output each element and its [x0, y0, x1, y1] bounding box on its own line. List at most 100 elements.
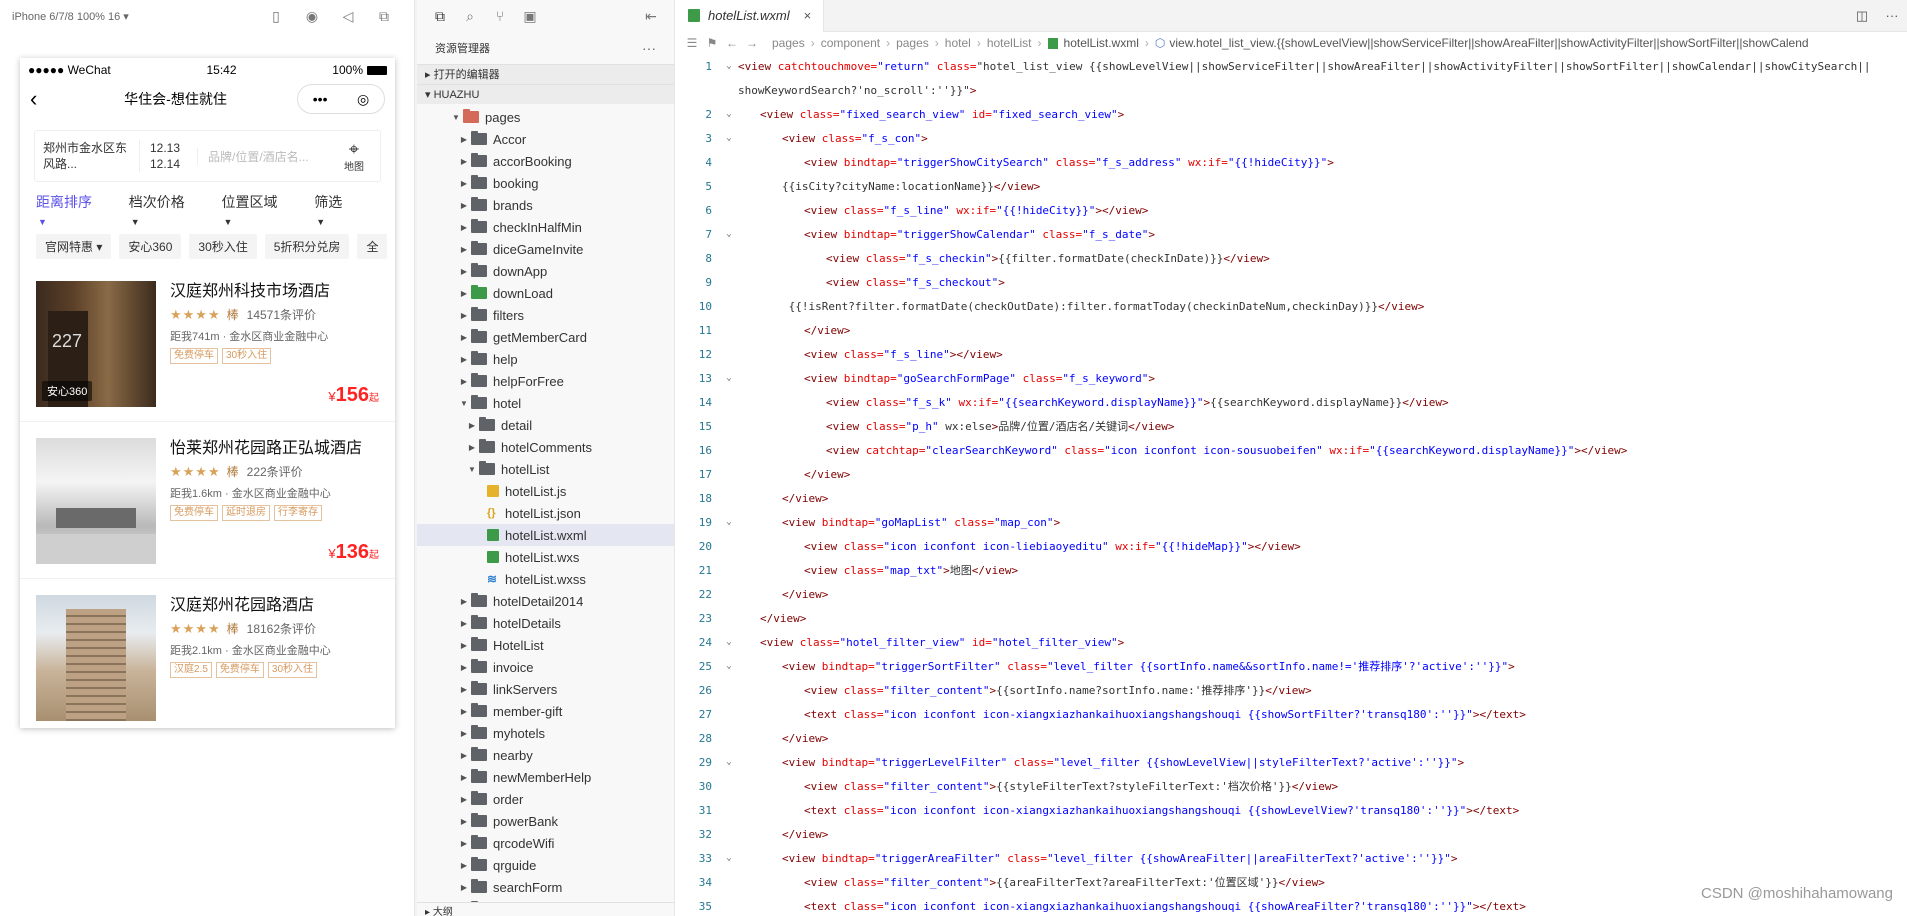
code-line[interactable]: 5 {{isCity?cityName:locationName}}</view> — [676, 174, 1907, 198]
tree-file[interactable]: hotelList.wxs — [417, 546, 674, 568]
tree-folder[interactable]: ▶ checkInHalfMin — [417, 216, 674, 238]
tree-folder[interactable]: ▶ invoice — [417, 656, 674, 678]
code-line[interactable]: 24 ⌄ <view class="hotel_filter_view" id="h… — [676, 630, 1907, 654]
keyword-input[interactable]: 品牌/位置/酒店名... — [197, 147, 336, 165]
more-icon[interactable]: ••• — [313, 91, 328, 107]
code-area[interactable]: 1 ⌄ <view catchtouchmove="return" class="h… — [676, 54, 1907, 916]
tree-folder[interactable]: ▶ brands — [417, 194, 674, 216]
hotel-card[interactable]: 怡莱郑州花园路正弘城酒店 ★★★★ 棒 222条评价 距我1.6km · 金水区… — [20, 422, 395, 579]
more-icon[interactable]: ··· — [1877, 8, 1907, 24]
code-line[interactable]: 29 ⌄ <view bindtap="triggerLevelFilter" cl… — [676, 750, 1907, 774]
files-icon[interactable]: ⧉ — [425, 8, 455, 25]
code-line[interactable]: 26 <view class="filter_content">{{sortInf… — [676, 678, 1907, 702]
fold-chevron-icon[interactable]: ⌄ — [720, 517, 738, 527]
code-line[interactable]: 3 ⌄ <view class="f_s_con"> — [676, 126, 1907, 150]
code-line[interactable]: 23 </view> — [676, 606, 1907, 630]
code-line[interactable]: 1 ⌄ <view catchtouchmove="return" class="h… — [676, 54, 1907, 78]
forward-arrow-icon[interactable]: → — [742, 36, 762, 50]
tree-folder[interactable]: ▶ help — [417, 348, 674, 370]
map-button[interactable]: ⌖ 地图 — [336, 140, 372, 173]
filter-more[interactable]: 筛选▼ — [314, 192, 353, 228]
tree-folder[interactable]: ▼ hotelList — [417, 458, 674, 480]
code-line[interactable]: 16 <view catchtap="clearSearchKeyword" cl… — [676, 438, 1907, 462]
code-line[interactable]: 30 <view class="filter_content">{{styleFi… — [676, 774, 1907, 798]
code-line[interactable]: 27 <text class="icon iconfont icon-xiangx… — [676, 702, 1907, 726]
search-icon[interactable]: ⌕ — [455, 8, 485, 25]
open-editors-section[interactable]: ▸ 打开的编辑器 — [417, 64, 674, 84]
tree-folder[interactable]: ▶ powerBank — [417, 810, 674, 832]
tree-folder[interactable]: ▶ searchForm — [417, 876, 674, 898]
record-icon[interactable]: ◉ — [294, 8, 330, 25]
tree-folder[interactable]: ▼ hotel — [417, 392, 674, 414]
tree-folder[interactable]: ▶ Accor — [417, 128, 674, 150]
tree-folder[interactable]: ▶ diceGameInvite — [417, 238, 674, 260]
code-line[interactable]: 6 <view class="f_s_line" wx:if="{{!hideCi… — [676, 198, 1907, 222]
code-line[interactable]: 13 ⌄ <view bindtap="goSearchFormPage" clas… — [676, 366, 1907, 390]
code-line[interactable]: 28 </view> — [676, 726, 1907, 750]
close-mini-program-icon[interactable]: ◎ — [357, 91, 369, 108]
tree-folder[interactable]: ▶ downLoad — [417, 282, 674, 304]
tree-file[interactable]: ≋ hotelList.wxss — [417, 568, 674, 590]
tree-folder[interactable]: ▶ myhotels — [417, 722, 674, 744]
tree-folder[interactable]: ▶ newMemberHelp — [417, 766, 674, 788]
filter-area[interactable]: 位置区域▼ — [221, 192, 288, 228]
tree-folder[interactable]: ▶ accorBooking — [417, 150, 674, 172]
editor-tab[interactable]: hotelList.wxml × — [676, 0, 825, 32]
device-selector[interactable]: iPhone 6/7/8 100% 16 ▾ — [12, 10, 258, 23]
tree-folder[interactable]: ▶ getMemberCard — [417, 326, 674, 348]
fold-chevron-icon[interactable]: ⌄ — [720, 133, 738, 143]
code-line[interactable]: 11 </view> — [676, 318, 1907, 342]
filter-sort[interactable]: 距离排序▼ — [36, 192, 103, 228]
close-icon[interactable]: × — [804, 8, 812, 23]
bookmark-icon[interactable]: ⚑ — [702, 36, 722, 50]
code-line[interactable]: 15 <view class="p_h" wx:else>品牌/位置/酒店名/关键… — [676, 414, 1907, 438]
code-line[interactable]: 22 </view> — [676, 582, 1907, 606]
capsule-menu[interactable]: ••• ◎ — [297, 84, 385, 114]
tree-folder[interactable]: ▶ order — [417, 788, 674, 810]
collapse-panel-icon[interactable]: ⇤ — [636, 8, 666, 25]
fold-chevron-icon[interactable]: ⌄ — [720, 853, 738, 863]
code-line[interactable]: 14 <view class="f_s_k" wx:if="{{searchKey… — [676, 390, 1907, 414]
code-line[interactable]: 25 ⌄ <view bindtap="triggerSortFilter" cla… — [676, 654, 1907, 678]
quick-tag[interactable]: 5折积分兑房 — [264, 234, 350, 259]
tree-folder[interactable]: ▶ booking — [417, 172, 674, 194]
tree-folder[interactable]: ▶ nearby — [417, 744, 674, 766]
source-control-icon[interactable]: ⑂ — [485, 8, 515, 24]
more-icon[interactable]: ··· — [642, 40, 656, 56]
outline-section[interactable]: ▸ 大纲 — [417, 902, 674, 916]
list-icon[interactable]: ☰ — [682, 36, 702, 50]
tree-folder[interactable]: ▶ qrcodeWifi — [417, 832, 674, 854]
breadcrumb-item[interactable]: hotelList — [987, 36, 1032, 50]
hotel-card[interactable]: 227 安心360 汉庭郑州科技市场酒店 ★★★★ 棒 14571条评价 距我7… — [20, 265, 395, 422]
tree-folder[interactable]: ▶ hotelComments — [417, 436, 674, 458]
split-editor-icon[interactable]: ◫ — [1847, 8, 1877, 24]
project-section[interactable]: ▾ HUAZHU — [417, 84, 674, 104]
code-line[interactable]: 32 </view> — [676, 822, 1907, 846]
window-icon[interactable]: ⧉ — [366, 8, 402, 25]
code-line[interactable]: 21 <view class="map_txt">地图</view> — [676, 558, 1907, 582]
quick-tag[interactable]: 安心360 — [119, 234, 182, 259]
extensions-icon[interactable]: ▣ — [515, 8, 545, 25]
code-line[interactable]: 19 ⌄ <view bindtap="goMapList" class="map_… — [676, 510, 1907, 534]
code-line[interactable]: 7 ⌄ <view bindtap="triggerShowCalendar" cl… — [676, 222, 1907, 246]
volume-icon[interactable]: ◁ — [330, 8, 366, 25]
tree-file[interactable]: hotelList.wxml — [417, 524, 674, 546]
date-selector[interactable]: 12.13 12.14 — [139, 140, 197, 172]
code-line[interactable]: 17 </view> — [676, 462, 1907, 486]
tree-file[interactable]: {} hotelList.json — [417, 502, 674, 524]
code-line[interactable]: 33 ⌄ <view bindtap="triggerAreaFilter" cla… — [676, 846, 1907, 870]
code-line[interactable]: 31 <text class="icon iconfont icon-xiangx… — [676, 798, 1907, 822]
code-line[interactable]: 20 <view class="icon iconfont icon-liebia… — [676, 534, 1907, 558]
tree-file[interactable]: hotelList.js — [417, 480, 674, 502]
tree-folder[interactable]: ▶ qrguide — [417, 854, 674, 876]
filter-level[interactable]: 档次价格▼ — [129, 192, 196, 228]
fold-chevron-icon[interactable]: ⌄ — [720, 757, 738, 767]
phone-icon[interactable]: ▯ — [258, 8, 294, 25]
breadcrumb-item[interactable]: hotel — [945, 36, 971, 50]
code-line[interactable]: showKeywordSearch?'no_scroll':''}}"> — [676, 78, 1907, 102]
tree-folder[interactable]: ▶ detail — [417, 414, 674, 436]
breadcrumb-item[interactable]: pages — [896, 36, 929, 50]
code-line[interactable]: 9 <view class="f_s_checkout"> — [676, 270, 1907, 294]
tree-folder[interactable]: ▶ member-gift — [417, 700, 674, 722]
tree-folder[interactable]: ▶ HotelList — [417, 634, 674, 656]
